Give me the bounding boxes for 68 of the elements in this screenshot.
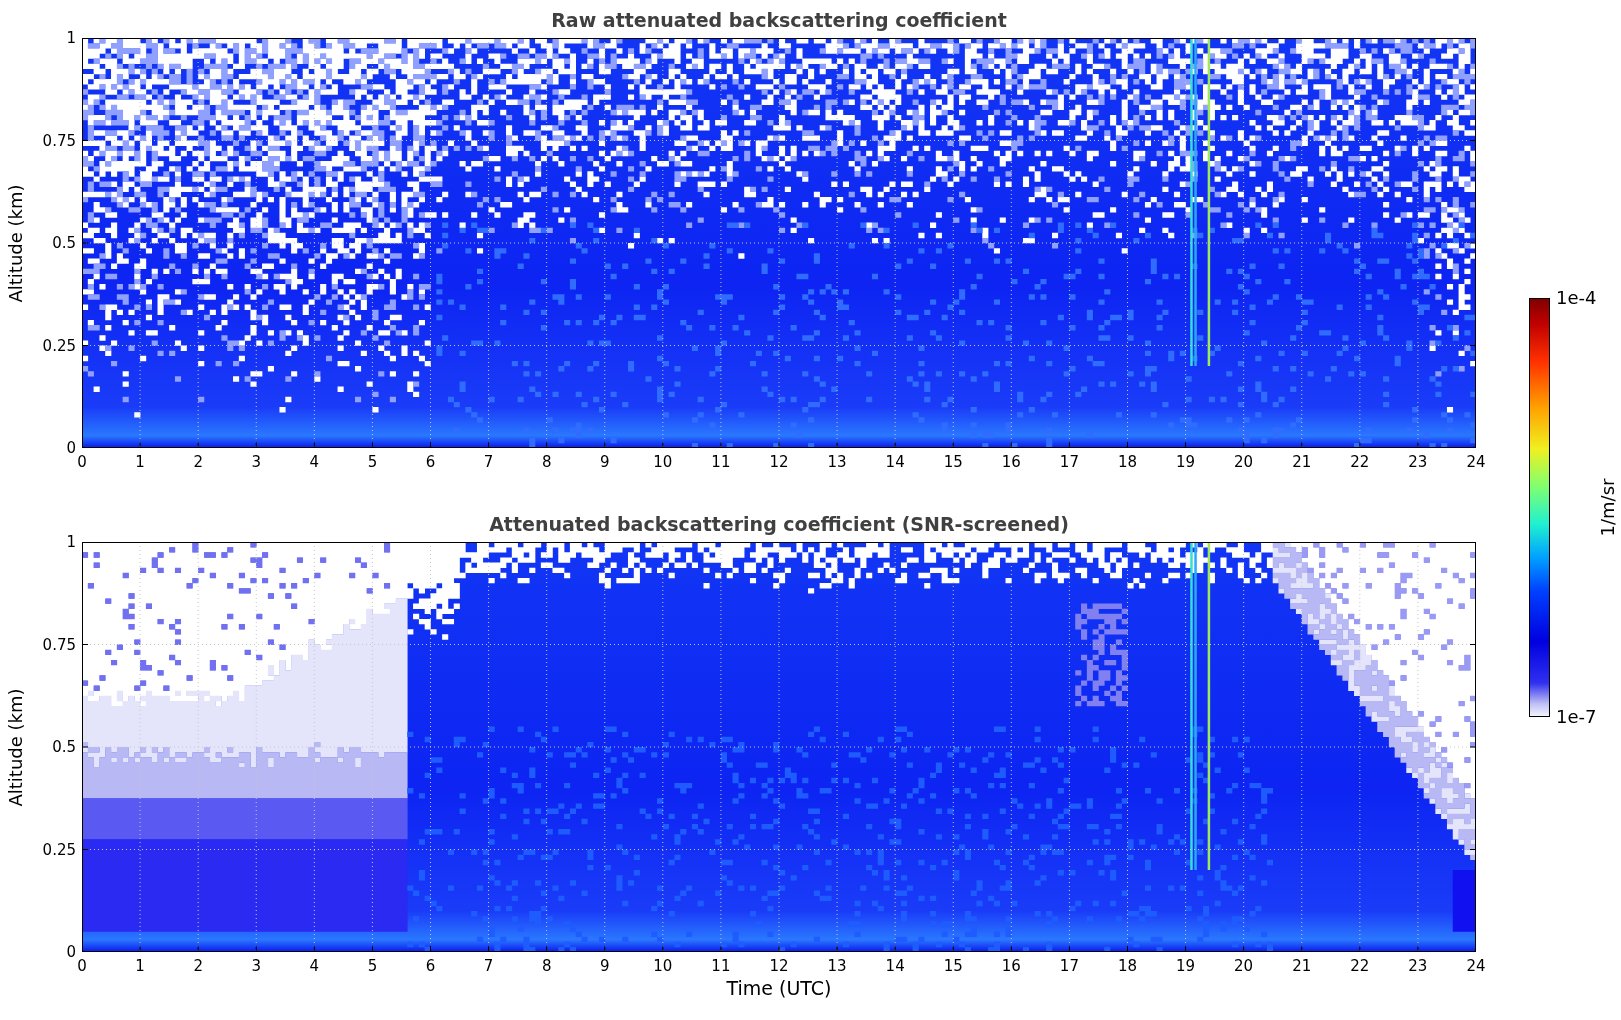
x-tick-label: 12	[769, 452, 789, 472]
x-tick-label: 13	[827, 956, 847, 976]
x-tick-label: 2	[193, 956, 203, 976]
x-tick-label: 16	[1001, 452, 1021, 472]
x-tick-label: 9	[600, 956, 610, 976]
x-tick-label: 13	[827, 452, 847, 472]
x-tick-label: 19	[1176, 956, 1196, 976]
x-tick-label: 23	[1408, 956, 1428, 976]
x-tick-label: 0	[77, 452, 87, 472]
x-tick-label: 24	[1466, 452, 1486, 472]
x-tick-label: 3	[251, 956, 262, 976]
x-tick-label: 15	[943, 452, 963, 472]
x-tick-label: 18	[1117, 452, 1137, 472]
y-tick-label: 1	[66, 29, 76, 47]
colorbar-max-label: 1e-4	[1556, 288, 1597, 308]
x-tick-label: 7	[483, 956, 494, 976]
x-tick-label: 22	[1350, 452, 1370, 472]
colorbar-min-label: 1e-7	[1556, 707, 1597, 727]
y-tick-label: 0.5	[52, 738, 76, 756]
x-tick-label: 20	[1234, 452, 1254, 472]
y-tick-label: 0	[66, 439, 76, 457]
x-axis-label: Time (UTC)	[725, 976, 833, 1000]
x-tick-label: 18	[1117, 956, 1137, 976]
y-tick-label: 1	[66, 533, 76, 551]
x-tick-label: 4	[309, 956, 320, 976]
x-tick-label: 21	[1292, 956, 1312, 976]
x-tick-label: 24	[1466, 956, 1486, 976]
x-tick-label: 20	[1234, 956, 1254, 976]
colorbar-label: 1/m/sr	[1597, 478, 1618, 537]
x-tick-label: 6	[425, 452, 436, 472]
x-tick-label: 15	[943, 956, 963, 976]
y-tick-label: 0.25	[42, 336, 76, 355]
x-tick-label: 3	[251, 452, 262, 472]
x-tick-label: 11	[711, 452, 731, 472]
x-tick-label: 9	[600, 452, 610, 472]
x-tick-label: 1	[135, 956, 145, 976]
x-tick-label: 14	[885, 452, 905, 472]
x-tick-label: 14	[885, 956, 905, 976]
chart-title: Attenuated backscattering coefficient (SNR-screened)	[488, 512, 1070, 536]
y-axis-label: Altitude (km)	[4, 183, 26, 303]
y-tick-label: 0.75	[42, 635, 76, 654]
x-tick-label: 5	[367, 956, 378, 976]
chart-title: Raw attenuated backscattering coefficient	[550, 8, 1008, 32]
x-tick-label: 2	[193, 452, 203, 472]
x-tick-label: 4	[309, 452, 320, 472]
x-tick-label: 5	[367, 452, 378, 472]
x-tick-label: 11	[711, 956, 731, 976]
x-tick-label: 10	[653, 956, 673, 976]
x-tick-label: 17	[1059, 956, 1079, 976]
x-tick-label: 16	[1001, 956, 1021, 976]
x-tick-label: 19	[1176, 452, 1196, 472]
x-tick-label: 6	[425, 956, 436, 976]
y-tick-label: 0.75	[42, 131, 76, 150]
y-axis-label: Altitude (km)	[4, 687, 26, 807]
x-tick-label: 10	[653, 452, 673, 472]
y-tick-label: 0.25	[42, 840, 76, 859]
x-tick-label: 17	[1059, 452, 1079, 472]
x-tick-label: 7	[483, 452, 494, 472]
x-tick-label: 22	[1350, 956, 1370, 976]
x-tick-label: 8	[541, 956, 552, 976]
y-tick-label: 0.5	[52, 234, 76, 252]
x-tick-label: 1	[135, 452, 145, 472]
x-tick-label: 23	[1408, 452, 1428, 472]
y-tick-label: 0	[66, 943, 76, 961]
x-tick-label: 0	[77, 956, 87, 976]
x-tick-label: 8	[541, 452, 552, 472]
x-tick-label: 21	[1292, 452, 1312, 472]
x-tick-label: 12	[769, 956, 789, 976]
